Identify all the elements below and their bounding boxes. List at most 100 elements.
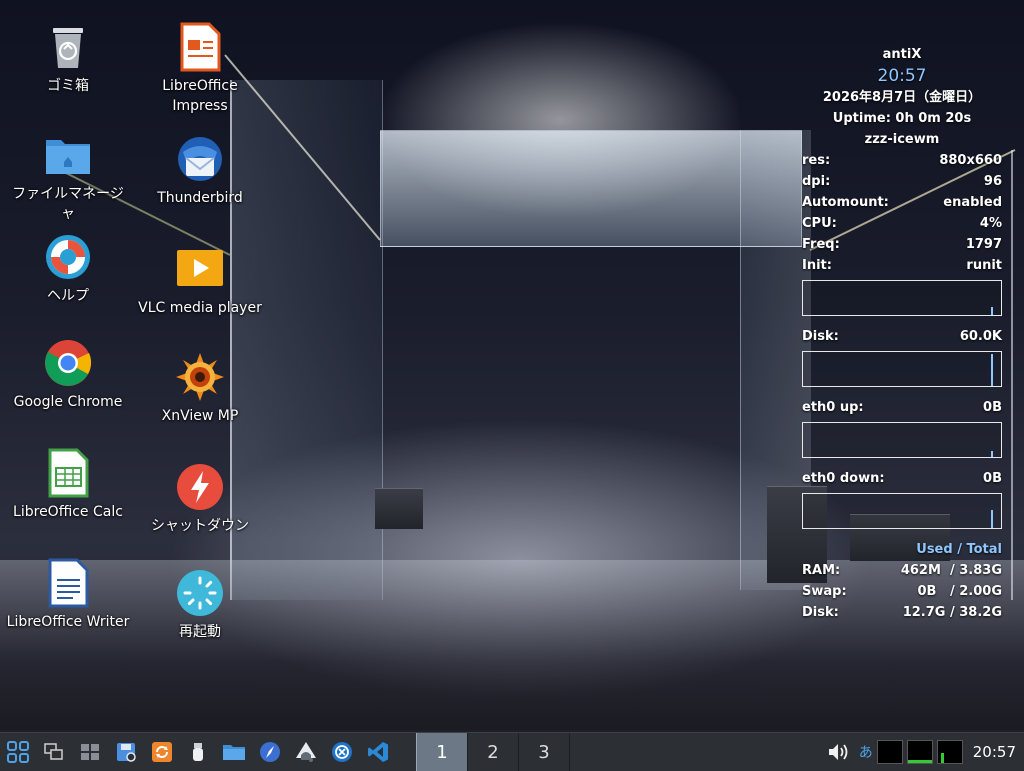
- desktop-icon-reboot[interactable]: 再起動: [138, 568, 262, 642]
- network-monitor-applet[interactable]: [936, 740, 963, 764]
- disk-graph: [802, 351, 1002, 387]
- workspace-3[interactable]: 3: [519, 733, 570, 771]
- stat-row: res: 880x660: [800, 150, 1004, 171]
- folder-icon: [43, 130, 93, 180]
- disk-row: Disk: 60.0K: [800, 326, 1004, 347]
- stat-label: eth0 down:: [802, 471, 885, 486]
- taskbar: 1 2 3 あ 20:57: [0, 732, 1024, 771]
- stat-label: res:: [802, 153, 831, 168]
- stat-row: Init: runit: [800, 255, 1004, 276]
- save-icon: [117, 743, 136, 762]
- stat-value: 1797: [965, 237, 1002, 252]
- media-player-icon: [175, 244, 225, 294]
- stat-row: dpi: 96: [800, 171, 1004, 192]
- desktop-icon-label: Google Chrome: [13, 394, 123, 410]
- desktop-icon-help[interactable]: ヘルプ: [6, 232, 130, 306]
- graph-spike: [991, 307, 993, 315]
- eth-down-row: eth0 down: 0B: [800, 468, 1004, 489]
- desktop-icon-shutdown[interactable]: シャットダウン: [138, 462, 262, 536]
- desktop-icon-xnview[interactable]: XnView MP: [138, 352, 262, 426]
- desktop-icon-label: 再起動: [179, 624, 221, 640]
- desktop-icon-label: VLC media player: [138, 300, 262, 316]
- workspace-1[interactable]: 1: [416, 733, 468, 771]
- spreadsheet-icon: [43, 448, 93, 498]
- memory-monitor-applet[interactable]: [906, 740, 933, 764]
- inkscape-launcher[interactable]: [288, 733, 324, 771]
- cpu-monitor-applet[interactable]: [876, 740, 903, 764]
- xnview-icon: [175, 352, 225, 402]
- eth-up-graph: [802, 422, 1002, 458]
- show-desktop-button[interactable]: [72, 733, 108, 771]
- update-icon: [152, 742, 172, 762]
- disk-usage-row: Disk: 12.7G / 38.2G: [800, 602, 1004, 623]
- eth-down-graph: [802, 493, 1002, 529]
- monitor-clock: 20:57: [877, 66, 927, 86]
- workspace-2[interactable]: 2: [468, 733, 519, 771]
- stat-label: Freq:: [802, 237, 840, 252]
- usb-launcher[interactable]: [180, 733, 216, 771]
- lifebuoy-icon: [43, 232, 93, 282]
- stat-label: Disk:: [802, 605, 839, 620]
- desktop-icon-label: ファイルマネージャ: [12, 186, 124, 222]
- menu-icon: [7, 741, 29, 763]
- ime-indicator[interactable]: あ: [855, 742, 877, 762]
- stat-value: 0B: [983, 471, 1002, 486]
- update-launcher[interactable]: [144, 733, 180, 771]
- stat-row: Freq: 1797: [800, 234, 1004, 255]
- presentation-icon: [175, 22, 225, 72]
- vscode-icon: [368, 742, 388, 762]
- stat-label: RAM:: [802, 563, 841, 578]
- browser-launcher[interactable]: [252, 733, 288, 771]
- desktop-icon-libreoffice-impress[interactable]: LibreOffice Impress: [138, 22, 262, 116]
- stat-value: 0B: [983, 400, 1002, 415]
- document-icon: [43, 558, 93, 608]
- stat-value: runit: [966, 258, 1002, 273]
- taskbar-clock[interactable]: 20:57: [967, 743, 1024, 761]
- stat-label: Swap:: [802, 584, 847, 599]
- volume-button[interactable]: [823, 733, 855, 771]
- desktop-icon-chrome[interactable]: Google Chrome: [6, 338, 130, 412]
- stat-value: 96: [983, 174, 1002, 189]
- desktop-icon-thunderbird[interactable]: Thunderbird: [138, 134, 262, 208]
- stat-label: Init:: [802, 258, 832, 273]
- vscode-launcher[interactable]: [360, 733, 396, 771]
- volume-icon: [828, 744, 848, 760]
- ram-row: RAM: 462M / 3.83G: [800, 560, 1004, 581]
- power-bolt-icon: [175, 462, 225, 512]
- monitor-session: zzz-icewm: [864, 132, 940, 147]
- wallpaper-glass-top: [380, 130, 802, 247]
- stat-value: 880x660: [939, 153, 1002, 168]
- save-launcher[interactable]: [108, 733, 144, 771]
- stat-row: CPU: 4%: [800, 213, 1004, 234]
- desktop-icon-trash[interactable]: ゴミ箱: [6, 22, 130, 96]
- swap-row: Swap: 0B / 2.00G: [800, 581, 1004, 602]
- desktop-icon-label: シャットダウン: [151, 518, 249, 534]
- desktop-icon-file-manager[interactable]: ファイルマネージャ: [6, 130, 130, 224]
- stat-value: 12.7G / 38.2G: [902, 605, 1002, 620]
- reboot-spinner-icon: [175, 568, 225, 618]
- desktop-icon-label: LibreOffice Writer: [6, 614, 130, 630]
- stat-row: Automount: enabled: [800, 192, 1004, 213]
- desktop-icon-label: LibreOffice Calc: [13, 504, 123, 520]
- desktop-icon-label: Thunderbird: [157, 190, 243, 206]
- usb-icon: [193, 743, 203, 761]
- graph-spike: [991, 510, 993, 528]
- show-desktop-icon: [81, 744, 99, 760]
- system-monitor-widget: antiX 20:57 2026年8月7日（金曜日） Uptime: 0h 0m…: [800, 44, 1004, 623]
- desktop-icon-libreoffice-writer[interactable]: LibreOffice Writer: [6, 558, 130, 632]
- file-manager-launcher[interactable]: [216, 733, 252, 771]
- desktop-icon-vlc[interactable]: VLC media player: [138, 244, 262, 318]
- graph-spike: [991, 451, 993, 457]
- stat-value: 60.0K: [959, 329, 1002, 344]
- hostname: antiX: [882, 47, 922, 62]
- stat-label: eth0 up:: [802, 400, 864, 415]
- start-menu-button[interactable]: [0, 733, 36, 771]
- stat-label: CPU:: [802, 216, 837, 231]
- system-tray: あ 20:57: [823, 733, 1024, 771]
- window-list-button[interactable]: [36, 733, 72, 771]
- stat-value: 0B / 2.00G: [917, 584, 1002, 599]
- network-launcher[interactable]: [324, 733, 360, 771]
- folder-icon: [223, 745, 245, 760]
- desktop-icon-libreoffice-calc[interactable]: LibreOffice Calc: [6, 448, 130, 522]
- monitor-date: 2026年8月7日（金曜日）: [822, 90, 982, 105]
